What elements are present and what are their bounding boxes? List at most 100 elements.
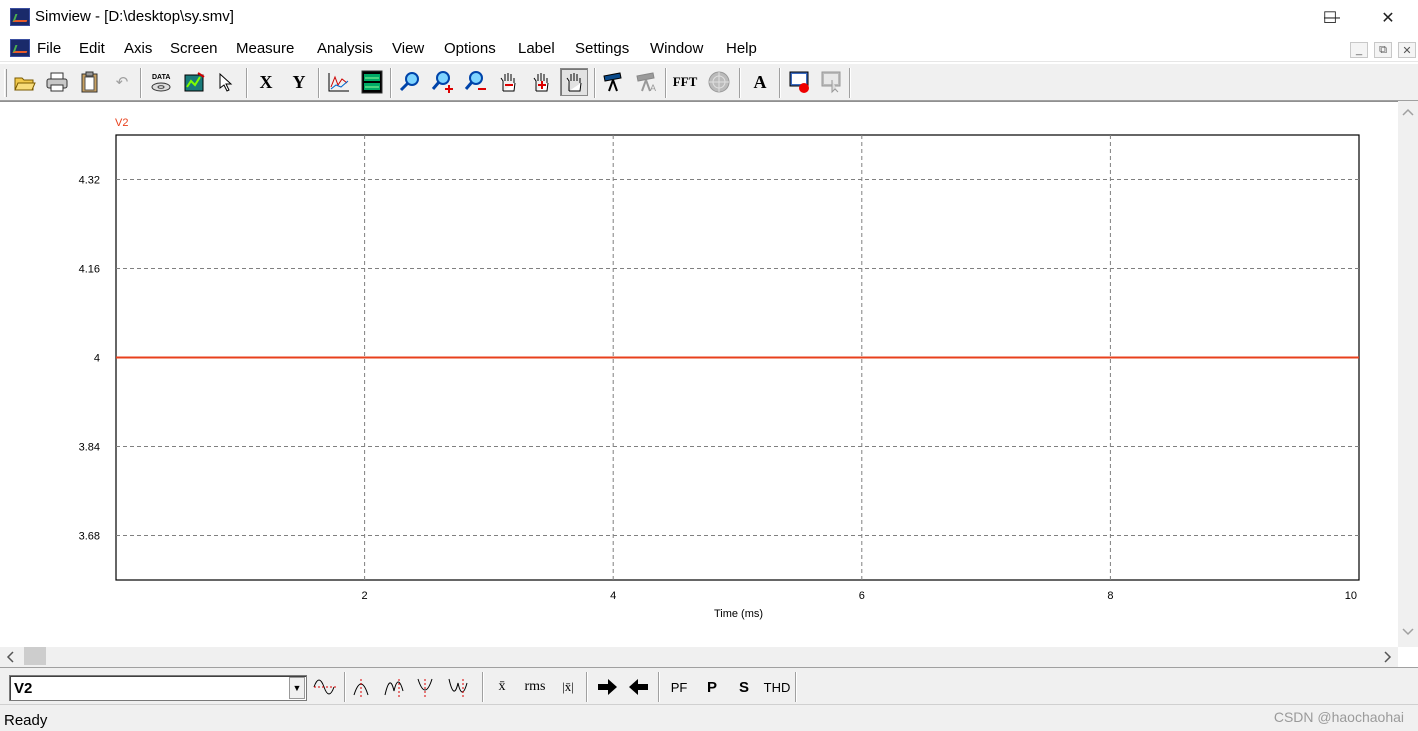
zoom-in-icon[interactable] [429,68,457,96]
y-tick-label: 4.32 [79,175,100,187]
scroll-left-icon[interactable] [0,647,20,667]
s-button[interactable]: S [731,674,757,700]
zoom-out-icon[interactable] [462,68,490,96]
series-label[interactable]: V2 [115,117,128,129]
toolbar-separator [586,672,588,702]
menu-screen[interactable]: Screen [170,40,218,57]
toolbar-separator [665,68,667,98]
x-axis-button[interactable]: X [252,68,280,96]
y-tick-label: 3.68 [79,531,100,543]
toolbar-separator [390,68,392,98]
menu-window[interactable]: Window [650,40,703,57]
curve-select-value: V2 [14,680,33,697]
curve-select[interactable]: V2 ▼ [9,675,307,701]
plot-icon[interactable] [325,68,353,96]
x-tick-label: 8 [1107,590,1113,602]
pointer-icon[interactable] [213,68,241,96]
toolbar-separator [795,672,797,702]
menu-bar: File Edit Axis Screen Measure Analysis V… [0,36,1418,62]
status-bar: Ready CSDN @haochaohai [0,704,1418,731]
toolbar-separator [658,672,660,702]
toolbar-separator [594,68,596,98]
close-button[interactable]: ✕ [1358,0,1418,36]
next-max-icon[interactable] [382,674,412,700]
horizontal-scrollbar[interactable] [0,647,1398,667]
telescope-icon[interactable] [600,68,628,96]
toolbar-separator [739,68,741,98]
svg-text:DATA: DATA [152,74,170,81]
telescope-text-icon[interactable]: A [633,68,661,96]
y-tick-label: 4.16 [79,264,100,276]
circle-icon[interactable] [705,68,733,96]
pan-plus-icon[interactable] [527,68,555,96]
maximize-button[interactable]: ☐ [1300,0,1360,36]
x-tick-label: 4 [610,590,616,602]
rms-button[interactable]: rms [519,674,551,700]
undo-icon[interactable]: ↶ [108,68,136,96]
open-icon[interactable] [11,68,39,96]
arrow-left-icon[interactable] [626,674,652,700]
fft-button[interactable]: FFT [671,68,699,96]
record-icon[interactable] [786,68,814,96]
mean-button[interactable]: x̄ [490,674,514,700]
clipboard-icon[interactable] [76,68,104,96]
menu-analysis[interactable]: Analysis [317,40,373,57]
x-tick-label: 2 [362,590,368,602]
window-title: Simview - [D:\desktop\sy.smv] [35,8,234,25]
p-button[interactable]: P [699,674,725,700]
abs-mean-button[interactable]: |x̄| [554,674,582,700]
toolbar: ↶ DATA X Y A FFT A [0,63,1418,101]
toolbar-grip[interactable] [4,69,7,97]
toolbar-separator [482,672,484,702]
pan-icon[interactable] [494,68,522,96]
play-icon[interactable] [818,68,846,96]
thd-button[interactable]: THD [761,674,793,700]
vertical-scrollbar[interactable] [1398,101,1418,647]
toolbar-separator [140,68,142,98]
arrow-right-icon[interactable] [594,674,620,700]
y-tick-label: 4 [94,353,100,365]
y-axis-button[interactable]: Y [285,68,313,96]
menu-view[interactable]: View [392,40,424,57]
waveform-chart[interactable]: 4.32 4.16 4 3.84 3.68 2 4 6 8 10 Time (ms) V2 [0,102,1398,648]
menu-measure[interactable]: Measure [236,40,294,57]
x-axis-label: Time (ms) [714,608,763,620]
minimize-button-alt[interactable] [1246,0,1306,36]
mdi-restore-button[interactable]: ⧉ [1374,42,1392,58]
mdi-close-button[interactable]: ✕ [1398,42,1416,58]
vertical-scroll-arrows[interactable] [1398,101,1418,647]
app-icon [10,8,30,26]
toolbar-separator [318,68,320,98]
zoom-icon[interactable] [396,68,424,96]
menu-settings[interactable]: Settings [575,40,629,57]
menu-label[interactable]: Label [518,40,555,57]
pf-button[interactable]: PF [666,674,692,700]
mdi-minimize-button[interactable]: _ [1350,42,1368,58]
add-curve-icon[interactable] [181,68,209,96]
menu-options[interactable]: Options [444,40,496,57]
screen-icon[interactable] [358,68,386,96]
toolbar-separator [246,68,248,98]
document-icon[interactable] [10,39,30,57]
min-icon[interactable] [414,674,444,700]
menu-file[interactable]: File [37,40,61,57]
next-min-icon[interactable] [446,674,476,700]
scroll-thumb[interactable] [24,647,46,665]
toolbar-separator [849,68,851,98]
max-icon[interactable] [350,674,380,700]
plot-area[interactable]: 4.32 4.16 4 3.84 3.68 2 4 6 8 10 Time (ms) V2 [0,101,1418,667]
print-icon[interactable] [43,68,71,96]
x-tick-label: 10 [1345,590,1357,602]
svg-text:A: A [650,83,656,93]
menu-edit[interactable]: Edit [79,40,105,57]
menu-axis[interactable]: Axis [124,40,152,57]
measure-toolbar: V2 ▼ x̄ rms |x̄| PF P S THD [0,667,1418,704]
chevron-down-icon[interactable]: ▼ [289,677,305,699]
sine-wave-icon[interactable] [311,674,341,700]
menu-help[interactable]: Help [726,40,757,57]
hand-icon[interactable] [560,68,588,96]
scroll-right-icon[interactable] [1378,647,1398,667]
status-text: Ready [4,712,48,729]
data-icon[interactable]: DATA [147,68,175,96]
text-button[interactable]: A [746,68,774,96]
